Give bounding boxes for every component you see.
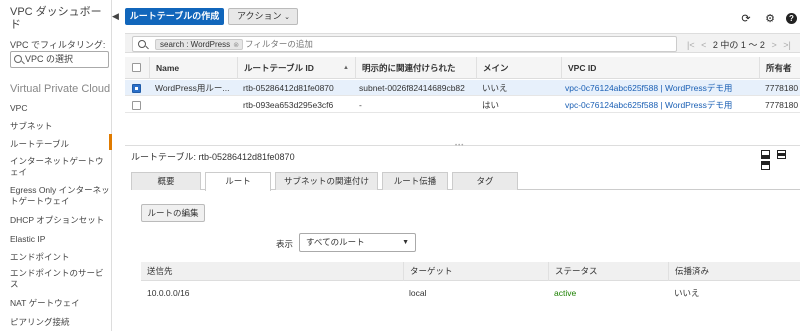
sidebar-item-route-tables[interactable]: ルートテーブル (10, 139, 110, 150)
cell-route-table-id: rtb-093ea653d295e3cf6 (243, 100, 334, 110)
splitter-grip-icon[interactable]: ••• (455, 143, 464, 149)
first-page-icon[interactable]: |< (687, 40, 695, 50)
route-filter-value: すべてのルート (306, 237, 365, 247)
cell-owner: 7778180 (765, 100, 799, 110)
sidebar-item-nat-gateways[interactable]: NAT ゲートウェイ (10, 298, 110, 309)
detail-title-id: rtb-05286412d81fe0870 (198, 152, 295, 162)
table-row[interactable]: rtb-093ea653d295e3cf6 - はい vpc-0c76124ab… (125, 97, 800, 113)
tab-tags[interactable]: タグ (452, 172, 518, 190)
chevron-down-icon: ⌄ (284, 14, 290, 21)
sidebar-section-heading: Virtual Private Cloud (10, 83, 111, 95)
sidebar-item-endpoint-services[interactable]: エンドポイントのサービス (10, 268, 110, 290)
filter-token[interactable]: search : WordPress ⊗ (155, 39, 244, 50)
sidebar-collapse-icon[interactable]: ◀ (112, 11, 120, 25)
column-header-explicit-assoc[interactable]: 明示的に関連付けられた (355, 57, 476, 79)
layout-bottom-icon[interactable] (761, 150, 770, 159)
sidebar-item-elastic-ip[interactable]: Elastic IP (10, 234, 110, 245)
layout-top-icon[interactable] (761, 161, 770, 170)
cell-name: WordPress用ルー... (155, 83, 230, 93)
cell-name (155, 97, 237, 113)
vpc-select-placeholder: VPC の選択 (25, 54, 74, 64)
cell-destination: 10.0.0.0/16 (147, 288, 190, 298)
sidebar-title[interactable]: VPC ダッシュボード (10, 6, 110, 32)
next-page-icon[interactable]: > (771, 40, 776, 50)
cell-owner: 7778180 (765, 83, 799, 93)
cell-explicit-assoc: subnet-0026f82414689cb82 (359, 83, 465, 93)
routes-table-header: 送信先 ターゲット ステータス 伝播済み (141, 262, 800, 281)
column-header-vpc-id[interactable]: VPC ID (561, 57, 759, 79)
search-icon (14, 55, 22, 63)
sort-asc-icon: ▲ (343, 65, 349, 71)
cell-target: local (409, 288, 427, 298)
prev-page-icon[interactable]: < (701, 40, 706, 50)
filter-input[interactable]: search : WordPress ⊗ フィルターの追加 (132, 36, 677, 52)
refresh-icon[interactable]: ⟳ (740, 13, 752, 25)
show-filter-label: 表示 (276, 239, 294, 249)
cell-status: active (554, 288, 577, 298)
vpc-select[interactable]: VPC の選択 (10, 51, 109, 68)
cell-explicit-assoc: - (359, 100, 362, 110)
row-checkbox[interactable] (132, 84, 141, 93)
sidebar-item-peering[interactable]: ピアリング接続 (10, 317, 110, 328)
filter-token-label: search : WordPress (160, 40, 231, 49)
panel-layout-toggles (757, 150, 800, 172)
edit-routes-button[interactable]: ルートの編集 (141, 204, 205, 222)
column-header-route-table-id-label: ルートテーブル ID (244, 63, 314, 73)
tab-route-propagation[interactable]: ルート伝播 (382, 172, 448, 190)
layout-split-icon[interactable] (776, 150, 786, 159)
table-row[interactable]: WordPress用ルー... rtb-05286412d81fe0870 su… (125, 80, 800, 96)
sidebar-item-egress-only-igw[interactable]: Egress Only インターネットゲートウェイ (10, 185, 110, 207)
column-header-status[interactable]: ステータス (548, 262, 668, 281)
pagination: |< < 2 中の 1 ～ 2 > >| (687, 38, 791, 51)
vpc-filter-label: VPC でフィルタリング: (10, 40, 106, 50)
sidebar-item-vpc[interactable]: VPC (10, 103, 110, 114)
column-header-name[interactable]: Name (149, 57, 237, 79)
select-all-checkbox[interactable] (132, 63, 141, 72)
cell-vpc-id-link[interactable]: vpc-0c76124abc625f588 | WordPressデモ用 (565, 80, 759, 96)
column-header-target[interactable]: ターゲット (403, 262, 548, 281)
cell-main: いいえ (482, 83, 508, 93)
sidebar-item-dhcp-options[interactable]: DHCP オプションセット (10, 215, 110, 226)
sidebar-item-internet-gateways[interactable]: インターネットゲートウェイ (10, 156, 110, 178)
table-header: Name ルートテーブル ID ▲ 明示的に関連付けられた メイン VPC ID… (125, 57, 800, 79)
table-row: 10.0.0.0/16 local active いいえ (141, 284, 800, 302)
token-close-icon[interactable]: ⊗ (233, 41, 239, 50)
create-route-table-button[interactable]: ルートテーブルの作成 (125, 8, 224, 25)
detail-title-prefix: ルートテーブル: (131, 152, 196, 162)
sidebar: VPC ダッシュボード VPC でフィルタリング: VPC の選択 Virtua… (0, 0, 112, 331)
filter-placeholder: フィルターの追加 (245, 39, 313, 49)
tab-routes[interactable]: ルート (205, 172, 271, 191)
route-filter-select[interactable]: すべてのルート ▼ (299, 233, 416, 252)
help-icon[interactable]: ? (786, 13, 797, 24)
last-page-icon[interactable]: >| (783, 40, 791, 50)
tab-subnet-associations[interactable]: サブネットの関連付け (275, 172, 378, 190)
column-header-owner[interactable]: 所有者 (759, 57, 800, 79)
row-checkbox[interactable] (132, 101, 141, 110)
sidebar-item-subnets[interactable]: サブネット (10, 121, 110, 132)
gear-icon[interactable]: ⚙ (764, 13, 776, 25)
column-header-propagated[interactable]: 伝播済み (668, 262, 800, 281)
actions-label: アクション (237, 11, 282, 21)
cell-vpc-id-link[interactable]: vpc-0c76124abc625f588 | WordPressデモ用 (565, 97, 759, 113)
sidebar-item-endpoints[interactable]: エンドポイント (10, 252, 110, 263)
column-header-route-table-id[interactable]: ルートテーブル ID ▲ (237, 57, 355, 79)
detail-title: ルートテーブル: rtb-05286412d81fe0870 (131, 150, 295, 163)
cell-propagated: いいえ (674, 288, 700, 298)
search-icon (138, 40, 146, 48)
column-header-destination[interactable]: 送信先 (141, 262, 403, 281)
actions-dropdown-button[interactable]: アクション ⌄ (228, 8, 298, 25)
dropdown-caret-icon: ▼ (402, 239, 409, 246)
tab-summary[interactable]: 概要 (131, 172, 201, 190)
cell-main: はい (482, 100, 500, 110)
filter-bar: search : WordPress ⊗ フィルターの追加 |< < 2 中の … (125, 33, 800, 53)
column-header-main[interactable]: メイン (476, 57, 561, 79)
cell-route-table-id: rtb-05286412d81fe0870 (243, 83, 334, 93)
pagination-text: 2 中の 1 ～ 2 (712, 40, 765, 50)
sidebar-active-indicator (109, 134, 112, 150)
detail-tabs: 概要 ルート サブネットの関連付け ルート伝播 タグ (131, 171, 800, 191)
